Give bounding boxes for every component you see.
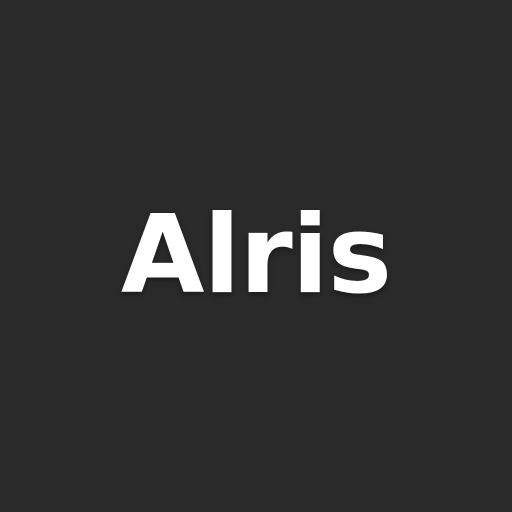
logo-wordmark: Alris xyxy=(120,193,392,318)
logo-canvas: Alris xyxy=(0,0,512,512)
